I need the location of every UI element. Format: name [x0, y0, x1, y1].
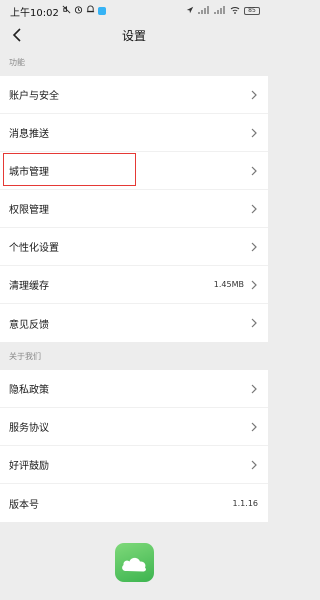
chevron-right-icon — [251, 318, 257, 328]
status-time: 上午10:02 — [10, 7, 59, 19]
signal-icon — [198, 5, 210, 17]
wifi-icon — [230, 6, 240, 17]
setting-permission-management[interactable]: 权限管理 — [0, 190, 268, 228]
chevron-right-icon — [251, 166, 257, 175]
chevron-right-icon — [251, 90, 257, 99]
app-logo — [114, 543, 154, 582]
setting-label: 清理缓存 — [9, 281, 49, 292]
setting-rate-us[interactable]: 好评鼓励 — [0, 446, 268, 484]
setting-label: 隐私政策 — [9, 385, 49, 396]
setting-privacy-policy[interactable]: 隐私政策 — [0, 370, 268, 408]
section-header-about: 关于我们 — [9, 351, 41, 361]
chevron-right-icon — [251, 242, 257, 251]
location-icon — [186, 6, 194, 17]
settings-group-about: 隐私政策 服务协议 好评鼓励 版本号 1.1.16 — [0, 370, 268, 522]
back-button[interactable] — [8, 25, 26, 45]
chevron-right-icon — [251, 460, 257, 469]
setting-city-management[interactable]: 城市管理 — [0, 152, 268, 190]
chevron-right-icon — [251, 128, 257, 137]
battery-icon: 85 — [244, 7, 260, 15]
alarm-icon — [74, 5, 83, 17]
status-right: 85 — [186, 5, 260, 17]
chevron-right-icon — [251, 422, 257, 431]
setting-clear-cache[interactable]: 清理缓存 1.45MB — [0, 266, 268, 304]
section-header-functions: 功能 — [9, 57, 25, 67]
setting-account-security[interactable]: 账户与安全 — [0, 76, 268, 114]
title-bar: 设置 — [0, 22, 268, 48]
signal-icon-2 — [214, 5, 226, 17]
footer — [0, 520, 268, 600]
setting-label: 城市管理 — [9, 167, 49, 178]
setting-label: 消息推送 — [9, 129, 49, 140]
mute-icon — [62, 5, 71, 17]
setting-label: 意见反馈 — [9, 319, 49, 331]
setting-version: 版本号 1.1.16 — [0, 484, 268, 522]
setting-feedback[interactable]: 意见反馈 — [0, 304, 268, 342]
chevron-right-icon — [251, 204, 257, 213]
chevron-right-icon — [251, 280, 257, 289]
setting-label: 服务协议 — [9, 423, 49, 434]
chevron-left-icon — [12, 28, 21, 42]
settings-group-functions: 账户与安全 消息推送 城市管理 权限管理 个性化设置 清理缓存 1.45MB 意… — [0, 76, 268, 342]
setting-service-agreement[interactable]: 服务协议 — [0, 408, 268, 446]
setting-label: 个性化设置 — [9, 243, 59, 254]
setting-label: 好评鼓励 — [9, 461, 49, 472]
version-value: 1.1.16 — [232, 498, 258, 508]
chevron-right-icon — [251, 384, 257, 393]
status-left: 上午10:02 — [10, 4, 106, 19]
setting-label: 权限管理 — [9, 205, 49, 216]
setting-label: 账户与安全 — [9, 91, 59, 102]
setting-personalization[interactable]: 个性化设置 — [0, 228, 268, 266]
status-bar: 上午10:02 85 — [0, 0, 268, 22]
setting-message-push[interactable]: 消息推送 — [0, 114, 268, 152]
cloud-icon — [122, 557, 146, 571]
cache-size-value: 1.45MB — [213, 280, 244, 289]
app-icon — [97, 7, 106, 15]
setting-label: 版本号 — [9, 499, 39, 511]
notification-icon — [86, 5, 95, 17]
page-title: 设置 — [121, 28, 146, 43]
